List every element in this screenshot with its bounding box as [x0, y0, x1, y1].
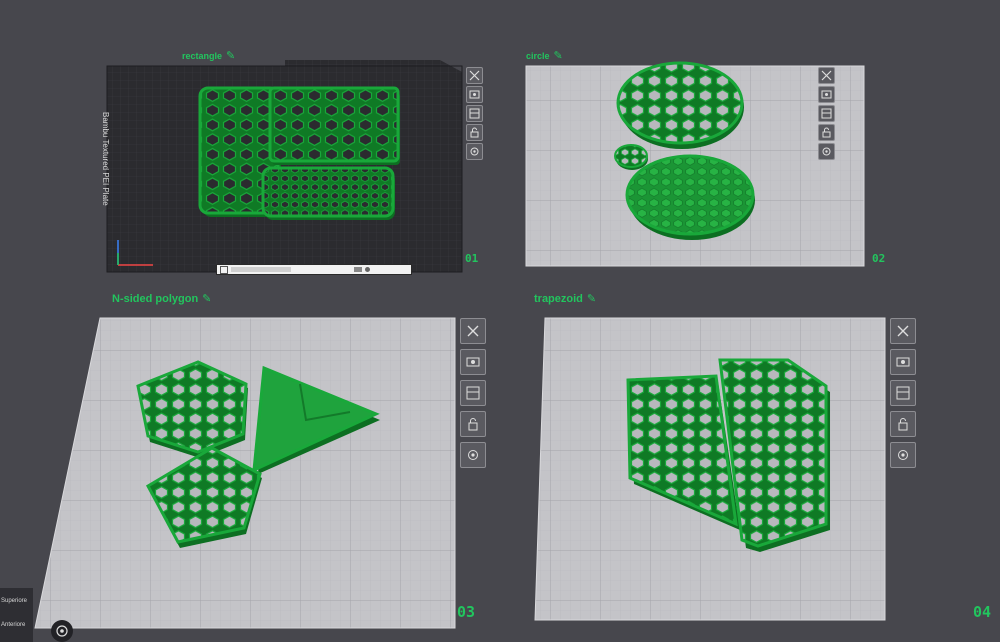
- edit-icon[interactable]: ✎: [554, 50, 563, 62]
- settings-icon[interactable]: [460, 442, 486, 468]
- settings-icon[interactable]: [818, 143, 835, 160]
- plate-04-name: trapezoid: [534, 293, 583, 305]
- grid-icon: [220, 265, 228, 274]
- view-front-label[interactable]: Anteriore: [1, 622, 25, 628]
- plate-01-models[interactable]: [198, 86, 400, 220]
- arrange-icon[interactable]: [466, 105, 483, 122]
- plate-04-number: 04: [973, 603, 992, 621]
- plate-03-toolbar: [460, 318, 486, 473]
- info-icon: [365, 267, 370, 272]
- bed-plate-name: Bambu Textured PEI Plate: [101, 112, 110, 206]
- close-icon[interactable]: [818, 67, 835, 84]
- view-top-label[interactable]: Superiore: [1, 598, 27, 604]
- lock-icon[interactable]: [890, 411, 916, 437]
- edit-icon[interactable]: ✎: [587, 293, 596, 305]
- plate-02-toolbar: [818, 67, 835, 162]
- plate-02-number: 02: [872, 252, 886, 265]
- plate-04-toolbar: [890, 318, 916, 473]
- auto-orient-icon[interactable]: [890, 349, 916, 375]
- lock-icon[interactable]: [466, 124, 483, 141]
- lock-icon[interactable]: [818, 124, 835, 141]
- close-icon[interactable]: [460, 318, 486, 344]
- scene: [34, 60, 886, 629]
- auto-orient-icon[interactable]: [460, 349, 486, 375]
- progress-placeholder: [231, 267, 291, 272]
- camera-reset-button[interactable]: [51, 620, 73, 642]
- plate-02-name: circle: [526, 51, 550, 61]
- close-icon[interactable]: [466, 67, 483, 84]
- camera-gizmo-icon: [56, 625, 68, 637]
- plate-04-label[interactable]: trapezoid ✎: [534, 292, 596, 305]
- close-icon[interactable]: [890, 318, 916, 344]
- arrange-icon[interactable]: [460, 380, 486, 406]
- settings-icon[interactable]: [466, 143, 483, 160]
- plate-02-label[interactable]: circle ✎: [526, 49, 563, 62]
- edit-icon[interactable]: ✎: [226, 50, 235, 62]
- plate-01-name: rectangle: [182, 51, 223, 61]
- plate-01-toolbar: [466, 67, 483, 162]
- plate-03-label[interactable]: N-sided polygon ✎: [112, 292, 211, 305]
- view-cube[interactable]: Superiore Anteriore: [0, 588, 33, 642]
- auto-orient-icon[interactable]: [818, 86, 835, 103]
- plate-03-number: 03: [457, 603, 476, 621]
- auto-orient-icon[interactable]: [466, 86, 483, 103]
- plate-01-label[interactable]: rectangle ✎: [182, 49, 235, 62]
- edit-icon[interactable]: ✎: [202, 293, 211, 305]
- lock-icon[interactable]: [460, 411, 486, 437]
- arrange-icon[interactable]: [818, 105, 835, 122]
- plate-01-number: 01: [465, 252, 479, 265]
- plate-01-info-bar: [216, 264, 412, 275]
- arrange-icon[interactable]: [890, 380, 916, 406]
- slice-icon: [354, 267, 362, 272]
- settings-icon[interactable]: [890, 442, 916, 468]
- plate-03-name: N-sided polygon: [112, 293, 199, 305]
